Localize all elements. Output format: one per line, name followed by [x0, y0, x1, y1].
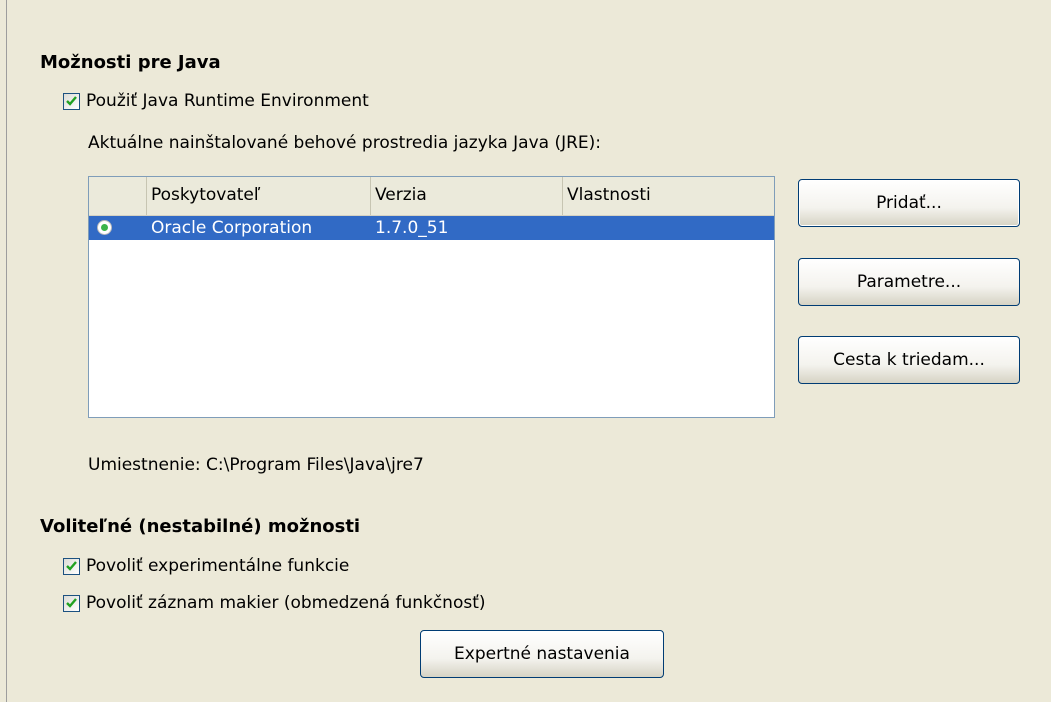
checkmark-icon: [66, 560, 77, 571]
jre-location-label: Umiestnenie: C:\Program Files\Java\jre7: [88, 455, 424, 475]
use-jre-checkbox-row[interactable]: Použiť Java Runtime Environment: [63, 89, 369, 113]
vendor-cell: Oracle Corporation: [151, 218, 313, 238]
macro-checkbox-row[interactable]: Povoliť záznam makier (obmedzená funkčno…: [63, 591, 486, 615]
macro-recording-checkbox[interactable]: [63, 594, 80, 612]
checkmark-icon: [66, 95, 77, 106]
use-jre-checkbox[interactable]: [63, 92, 80, 110]
experimental-checkbox[interactable]: [63, 557, 80, 575]
installed-jre-label: Aktuálne nainštalované behové prostredia…: [88, 133, 602, 153]
parameters-button[interactable]: Parametre...: [798, 258, 1020, 306]
macro-recording-label: Povoliť záznam makier (obmedzená funkčno…: [86, 593, 486, 613]
checkmark-icon: [66, 597, 77, 608]
column-header-select[interactable]: [89, 177, 147, 215]
jre-table[interactable]: Poskytovateľ Verzia Vlastnosti Oracle Co…: [88, 176, 775, 418]
dialog-left-border: [6, 0, 7, 702]
version-cell: 1.7.0_51: [375, 218, 449, 238]
selected-radio-icon[interactable]: [97, 220, 112, 235]
column-header-version[interactable]: Verzia: [371, 177, 563, 215]
optional-options-title: Voliteľné (nestabilné) možnosti: [40, 516, 361, 537]
column-header-features[interactable]: Vlastnosti: [563, 177, 774, 215]
table-row[interactable]: Oracle Corporation 1.7.0_51: [89, 216, 774, 240]
classpath-button[interactable]: Cesta k triedam...: [798, 336, 1020, 384]
use-jre-label: Použiť Java Runtime Environment: [86, 91, 369, 111]
expert-settings-button[interactable]: Expertné nastavenia: [420, 630, 664, 678]
java-options-title: Možnosti pre Java: [40, 52, 221, 73]
experimental-label: Povoliť experimentálne funkcie: [86, 556, 350, 576]
column-header-vendor[interactable]: Poskytovateľ: [147, 177, 371, 215]
add-button[interactable]: Pridať...: [798, 179, 1020, 227]
table-header: Poskytovateľ Verzia Vlastnosti: [89, 177, 774, 216]
experimental-checkbox-row[interactable]: Povoliť experimentálne funkcie: [63, 554, 349, 578]
